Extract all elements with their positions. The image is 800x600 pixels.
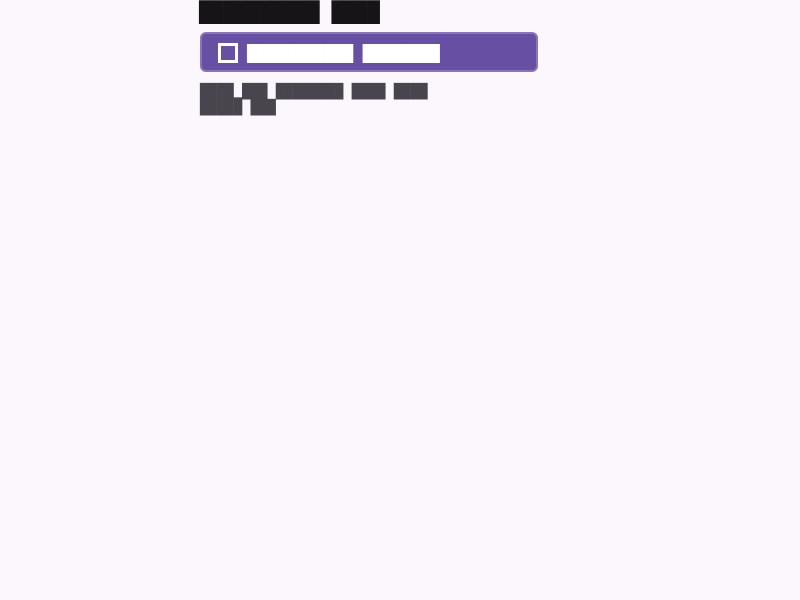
checkbox-label: ███████████ ████████ [247,44,440,63]
helper-text: ████▁███ ████████ ████ ████ █████ ███ [200,84,428,116]
page-title: ██████████ ████ [199,0,380,24]
checkbox-card[interactable]: ███████████ ████████ [200,32,538,72]
checkbox[interactable] [218,43,238,63]
